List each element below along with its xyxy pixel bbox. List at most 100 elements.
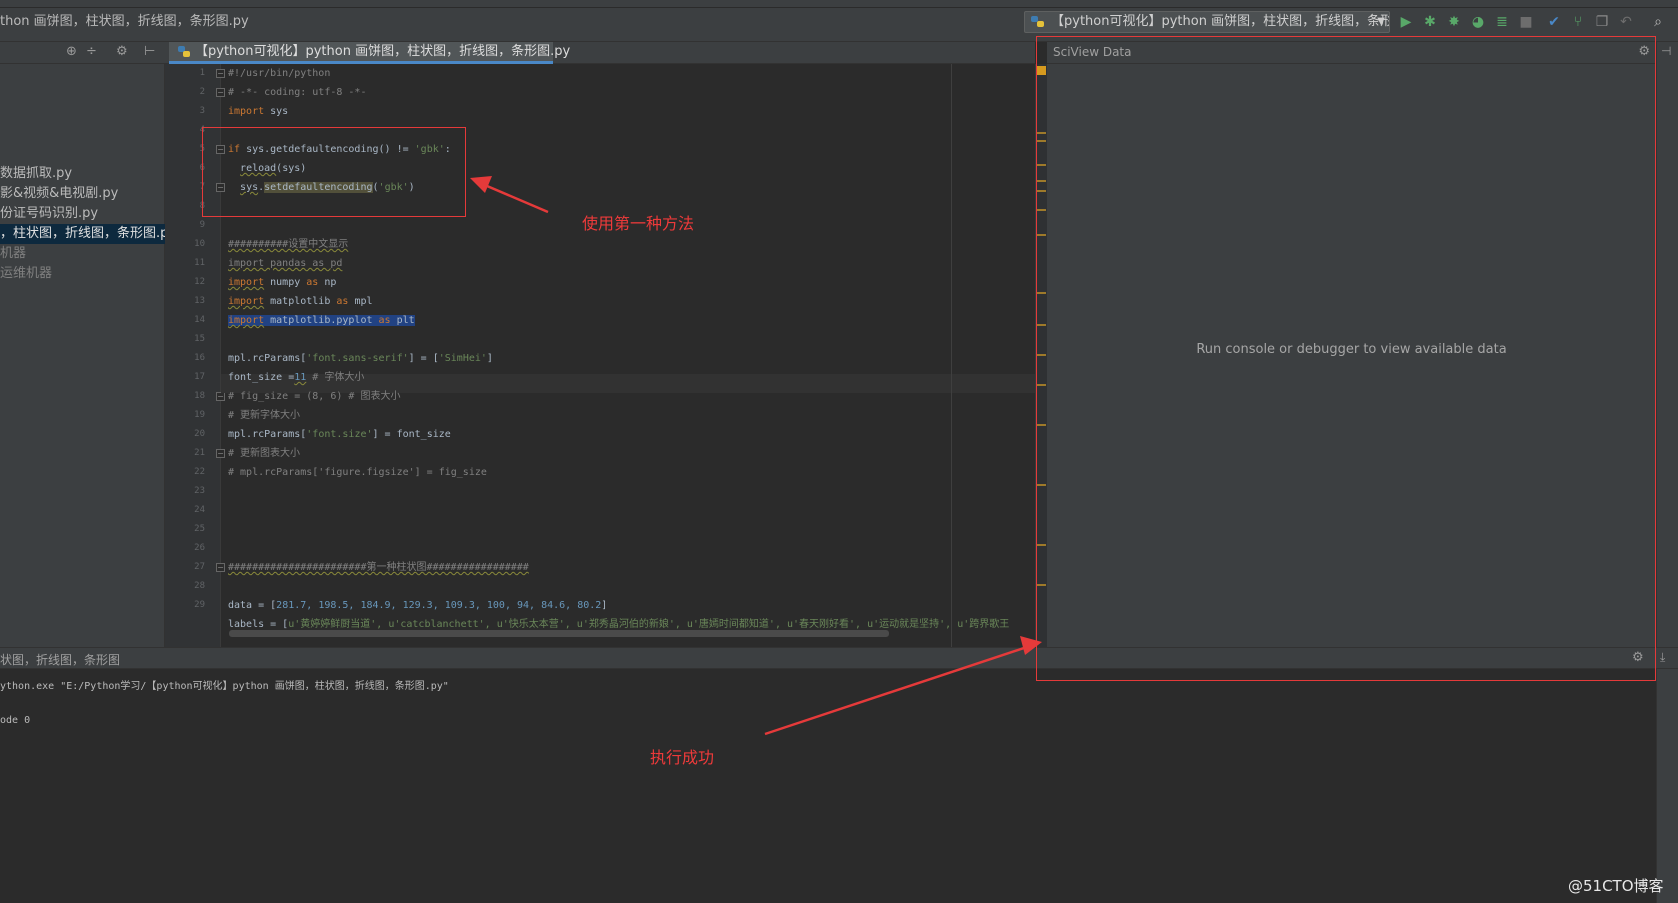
locate-icon[interactable]: ⊕ [66, 44, 77, 59]
project-file[interactable]: 数据抓取.py [0, 164, 165, 184]
line-number: 7 [199, 182, 205, 192]
stripe-mark [1037, 209, 1046, 211]
collapse-icon[interactable]: ÷ [86, 44, 97, 59]
code-editor[interactable]: 1 2 3 4 5 6 7 8 9 10 11 12 13 14 15 16 1… [165, 64, 1035, 647]
profile-icon[interactable]: ◕ [1468, 12, 1488, 32]
line-number: 6 [199, 163, 205, 173]
download-icon[interactable]: ⤓ [1660, 650, 1665, 665]
fold-toggle-icon[interactable]: − [216, 392, 225, 401]
fold-toggle-icon[interactable]: − [216, 183, 225, 192]
error-stripe[interactable] [1035, 64, 1047, 647]
search-icon[interactable]: ⌕ [1648, 12, 1668, 32]
annotation-success-label: 执行成功 [650, 748, 715, 767]
run-icon[interactable]: ▶ [1396, 12, 1416, 32]
project-folder[interactable]: 运维机器 [0, 264, 165, 284]
run-configuration-label: 【python可视化】python 画饼图，柱状图，折线图，条形图 [1051, 14, 1390, 29]
tab-active-file[interactable]: 【python可视化】python 画饼图，柱状图，折线图，条形图.py ✕ [169, 42, 570, 64]
line-number: 15 [194, 334, 205, 344]
project-file[interactable]: 份证号码识别.py [0, 204, 165, 224]
run-console[interactable]: ython.exe "E:/Python学习/【python可视化】python… [0, 669, 1656, 903]
vcs-commit-icon[interactable]: ⑂ [1568, 12, 1588, 32]
line-number: 19 [194, 410, 205, 420]
horizontal-scrollbar[interactable] [229, 630, 889, 637]
sciview-header: SciView Data ⚙ [1047, 42, 1656, 64]
gear-icon[interactable]: ⚙ [1632, 650, 1644, 665]
fold-toggle-icon[interactable]: − [216, 145, 225, 154]
line-number: 29 [194, 600, 205, 610]
code-line: # 更新字体大小 [228, 410, 301, 421]
code-line: import matplotlib as mpl [228, 296, 373, 307]
line-number: 2 [199, 87, 205, 97]
line-number-gutter: 1 2 3 4 5 6 7 8 9 10 11 12 13 14 15 16 1… [165, 64, 221, 647]
stop-icon[interactable]: ■ [1516, 12, 1536, 32]
code-line: import sys [228, 106, 289, 117]
fold-toggle-icon[interactable]: − [216, 69, 225, 78]
stripe-mark [1037, 324, 1046, 326]
concurrency-icon[interactable]: ≣ [1492, 12, 1512, 32]
stripe-mark [1037, 544, 1046, 546]
stripe-mark [1037, 190, 1046, 192]
coverage-icon[interactable]: ✸ [1444, 12, 1464, 32]
line-number: 4 [199, 125, 205, 135]
line-number: 3 [199, 106, 205, 116]
stripe-mark [1037, 132, 1046, 134]
line-number: 27 [194, 562, 205, 572]
line-number: 17 [194, 372, 205, 382]
code-line: import pandas as pd [228, 258, 343, 269]
code-line: # -*- coding: utf-8 -*- [228, 87, 367, 98]
gear-icon[interactable]: ⚙ [116, 44, 128, 59]
line-number: 16 [194, 353, 205, 363]
right-tool-strip: ⊣ [1656, 42, 1678, 903]
gear-icon[interactable]: ⚙ [1638, 44, 1650, 59]
pin-icon[interactable]: ⊣ [1661, 44, 1671, 58]
console-command-line: ython.exe "E:/Python学习/【python可视化】python… [0, 681, 449, 692]
code-line: # mpl.rcParams['figure.figsize'] = fig_s… [228, 467, 487, 478]
close-icon[interactable]: ✕ [538, 42, 547, 61]
debug-icon[interactable]: ✱ [1420, 12, 1440, 32]
annotation-method-label: 使用第一种方法 [582, 214, 695, 233]
run-configuration-select[interactable]: 【python可视化】python 画饼图，柱状图，折线图，条形图 ▼ [1024, 11, 1390, 33]
code-line: mpl.rcParams['font.sans-serif'] = ['SimH… [228, 353, 493, 364]
code-line: mpl.rcParams['font.size'] = font_size [228, 429, 451, 440]
line-number: 11 [194, 258, 205, 268]
python-file-icon [1031, 16, 1044, 27]
code-line: if sys.getdefaultencoding() != 'gbk': [228, 144, 451, 155]
breadcrumb[interactable]: thon 画饼图，柱状图，折线图，条形图.py [0, 12, 255, 32]
run-panel-header: 状图，折线图，条形图 ⚙ ⤓ [0, 647, 1678, 669]
revert-icon[interactable]: ↶ [1616, 12, 1636, 32]
code-line: sys.setdefaultencoding('gbk') [240, 182, 415, 193]
stripe-mark [1037, 584, 1046, 586]
project-file-selected[interactable]: ，柱状图，折线图，条形图.py [0, 224, 165, 244]
line-number: 9 [199, 220, 205, 230]
line-number: 18 [194, 391, 205, 401]
fold-toggle-icon[interactable]: − [216, 449, 225, 458]
stripe-mark [1037, 424, 1046, 426]
menu-strip [0, 0, 1678, 8]
python-file-icon [178, 46, 190, 57]
line-number: 12 [194, 277, 205, 287]
fold-toggle-icon[interactable]: − [216, 563, 225, 572]
project-panel: 数据抓取.py 影&视频&电视剧.py 份证号码识别.py ，柱状图，折线图，条… [0, 64, 165, 647]
code-line: font_size =11 # 字体大小 [228, 372, 365, 383]
project-folder[interactable]: 机器 [0, 244, 165, 264]
warning-icon [1037, 66, 1046, 75]
project-file[interactable]: 影&视频&电视剧.py [0, 184, 165, 204]
line-number: 8 [199, 201, 205, 211]
console-exit-line: ode 0 [0, 715, 31, 726]
tab-label: 【python可视化】python 画饼图，柱状图，折线图，条形图.py [195, 44, 571, 59]
hide-panel-icon[interactable]: ⊢ [144, 44, 155, 59]
stripe-mark [1037, 292, 1046, 294]
code-line: # fig_size = (8, 6) # 图表大小 [228, 391, 401, 402]
editor-tabs: 【python可视化】python 画饼图，柱状图，折线图，条形图.py ✕ [165, 42, 1035, 64]
fold-toggle-icon[interactable]: − [216, 88, 225, 97]
vcs-update-icon[interactable]: ✔ [1544, 12, 1564, 32]
line-number: 21 [194, 448, 205, 458]
code-line: # 更新图表大小 [228, 448, 301, 459]
code-line: #!/usr/bin/python [228, 68, 331, 79]
stripe-mark [1037, 484, 1046, 486]
code-line: ##########设置中文显示 [228, 239, 349, 250]
code-line: data = [281.7, 198.5, 184.9, 129.3, 109.… [228, 600, 608, 611]
run-tab-title[interactable]: 状图，折线图，条形图 [0, 651, 120, 668]
vcs-history-icon[interactable]: ❐ [1592, 12, 1612, 32]
stripe-mark [1037, 164, 1046, 166]
